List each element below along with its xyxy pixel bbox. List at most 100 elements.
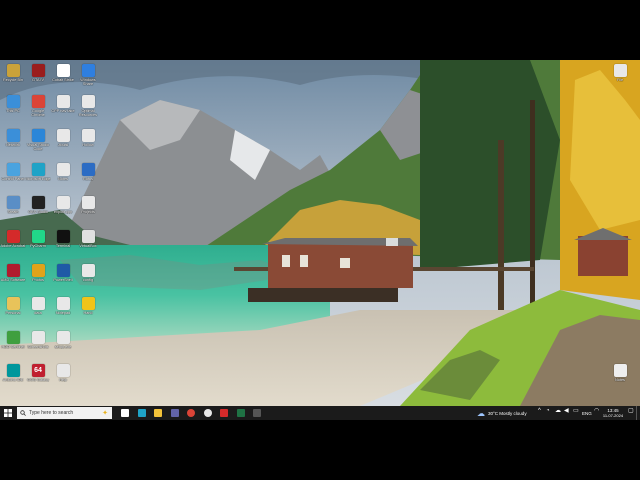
desktop-icon[interactable]: Projects bbox=[75, 194, 101, 228]
desktop-icon[interactable]: Google Chrome bbox=[25, 93, 51, 127]
desktop-icon[interactable]: GTA IV bbox=[25, 62, 51, 96]
onedrive-icon[interactable]: ☁ bbox=[555, 408, 561, 414]
desktop-icon[interactable]: Recycle Bin bbox=[0, 62, 26, 96]
app-icon bbox=[56, 264, 70, 277]
desktop-icon[interactable]: Windows Share bbox=[75, 62, 101, 96]
taskbar-app-task-view[interactable] bbox=[118, 406, 132, 420]
desktop-icon[interactable]: Photos bbox=[25, 262, 51, 296]
taskbar-app-file-explorer[interactable] bbox=[151, 406, 165, 420]
clock-date[interactable]: 11-07-2024 bbox=[600, 413, 626, 418]
desktop-icon[interactable]: Jlouisi bbox=[50, 127, 76, 161]
desktop-icon-label: Photos bbox=[32, 278, 44, 282]
app-icon bbox=[6, 331, 20, 344]
notification-icon[interactable]: ▢ bbox=[628, 408, 634, 414]
desktop-icon[interactable]: Notes bbox=[50, 161, 76, 195]
desktop-icon[interactable]: Control Panel bbox=[0, 161, 26, 195]
app-icon bbox=[6, 196, 20, 209]
network-icon[interactable]: ◔ bbox=[546, 408, 550, 414]
desktop-icon[interactable]: Personal bbox=[0, 295, 26, 329]
app-icon bbox=[81, 264, 95, 277]
desktop-icon[interactable]: Rufus bbox=[75, 161, 101, 195]
desktop-icon-label: PyCharm bbox=[30, 244, 46, 248]
clock-time[interactable]: 13:45 bbox=[604, 408, 622, 413]
terminal-icon bbox=[253, 409, 261, 417]
tray-overflow-chevron-icon[interactable]: ^ bbox=[538, 408, 541, 414]
taskbar-app-acrobat[interactable] bbox=[217, 406, 231, 420]
search-highlight-icon: ✦ bbox=[102, 410, 108, 417]
desktop-icon[interactable]: Steam bbox=[0, 194, 26, 228]
desktop-icon[interactable]: Help bbox=[50, 362, 76, 396]
taskbar-app-edge[interactable] bbox=[135, 406, 149, 420]
desktop-icon[interactable]: exploit.cpp bbox=[50, 194, 76, 228]
desktop-icon-label: Network bbox=[6, 143, 20, 147]
desktop-icon[interactable]: PyCharm bbox=[25, 228, 51, 262]
weather-icon[interactable]: ☁ bbox=[474, 406, 488, 420]
task-view-icon bbox=[121, 409, 129, 417]
taskbar-app-terminal[interactable] bbox=[250, 406, 264, 420]
desktop-icon[interactable]: config bbox=[75, 262, 101, 296]
app-icon bbox=[56, 297, 70, 310]
desktop-icon[interactable]: File bbox=[607, 62, 633, 96]
search-input[interactable]: Type here to search ✦ bbox=[17, 407, 112, 419]
desktop-icon-label: Control Panel bbox=[1, 177, 25, 181]
desktop-icon[interactable]: A Cobalt Strike bbox=[50, 62, 76, 96]
desktop-icon-label: This PC bbox=[6, 109, 20, 113]
language-indicator[interactable]: ENG bbox=[582, 411, 592, 416]
desktop-icon-label: Adobe Acrobat bbox=[0, 244, 26, 248]
edge-icon bbox=[137, 409, 146, 417]
app-icon bbox=[81, 230, 95, 243]
desktop-icon-label: Help bbox=[59, 378, 67, 382]
wifi-icon[interactable]: ◠ bbox=[594, 408, 599, 414]
desktop-icon[interactable]: Network bbox=[0, 127, 26, 161]
desktop-icon[interactable]: Screenshots bbox=[25, 329, 51, 363]
desktop-icon-label: Jlouisi bbox=[57, 143, 69, 147]
desktop-icon[interactable]: Optimal Resources bbox=[75, 93, 101, 127]
desktop-icon[interactable]: VirtualBox bbox=[75, 228, 101, 262]
desktop-icon[interactable]: Notepad bbox=[50, 295, 76, 329]
desktop-icon-label: Screenshots bbox=[27, 345, 49, 349]
desktop-icon-label: Hand bbox=[83, 311, 93, 315]
desktop-icon[interactable]: Notes bbox=[607, 362, 633, 396]
start-button[interactable] bbox=[2, 406, 14, 420]
desktop-icon-label: VirtualBox bbox=[79, 244, 97, 248]
desktop-icon-label: Notes bbox=[615, 378, 625, 382]
excel-icon bbox=[236, 409, 245, 417]
taskbar-app-teams[interactable] bbox=[168, 406, 182, 420]
desktop-icon-label: setup.exe bbox=[54, 345, 72, 349]
desktop-icon[interactable]: AMD Software bbox=[0, 262, 26, 296]
app-icon bbox=[56, 331, 70, 344]
battery-icon[interactable]: ▭ bbox=[573, 408, 579, 414]
desktop-icon-label: Notepad bbox=[55, 311, 71, 315]
desktop-icon[interactable]: data bbox=[25, 295, 51, 329]
desktop-icon[interactable]: PowerShell bbox=[50, 262, 76, 296]
app-icon bbox=[31, 196, 45, 209]
app-icon bbox=[31, 95, 45, 108]
desktop-icon-label: AMD Software bbox=[0, 278, 26, 282]
desktop-icon[interactable]: OBS Studio bbox=[25, 194, 51, 228]
volume-icon[interactable]: ◀ bbox=[564, 408, 569, 414]
desktop-icon[interactable]: Microsoft Edge bbox=[25, 161, 51, 195]
desktop-icon[interactable]: Hollow bbox=[75, 127, 101, 161]
desktop-icon[interactable]: CPP nav take bbox=[50, 93, 76, 127]
show-desktop-button[interactable] bbox=[636, 406, 640, 420]
app-icon bbox=[31, 264, 45, 277]
desktop-icon[interactable]: 64 GOG Galaxy bbox=[25, 362, 51, 396]
desktop-icon[interactable]: HDD Sentinel bbox=[0, 329, 26, 363]
desktop-icon[interactable]: Arduino IDE bbox=[0, 362, 26, 396]
desktop-icon[interactable]: Visual Studio Code bbox=[25, 127, 51, 161]
desktop-icon[interactable]: Hand bbox=[75, 295, 101, 329]
desktop-icon[interactable]: setup.exe bbox=[50, 329, 76, 363]
desktop[interactable]: Recycle Bin GTA IV A Cobalt Strike Windows S… bbox=[0, 60, 640, 406]
app-icon bbox=[6, 264, 20, 277]
taskbar-app-excel[interactable] bbox=[234, 406, 248, 420]
desktop-icon-label: Steam bbox=[7, 210, 19, 214]
desktop-icon-label: GOG Galaxy bbox=[27, 378, 49, 382]
app-icon bbox=[6, 95, 20, 108]
desktop-icon[interactable]: This PC bbox=[0, 93, 26, 127]
taskbar-app-chrome-red[interactable] bbox=[184, 406, 198, 420]
weather-text[interactable]: 30°C Mostly cloudy bbox=[488, 411, 527, 416]
desktop-icon[interactable]: Terminal bbox=[50, 228, 76, 262]
taskbar-app-chrome[interactable] bbox=[201, 406, 215, 420]
search-placeholder: Type here to search bbox=[29, 410, 74, 416]
desktop-icon[interactable]: Adobe Acrobat bbox=[0, 228, 26, 262]
